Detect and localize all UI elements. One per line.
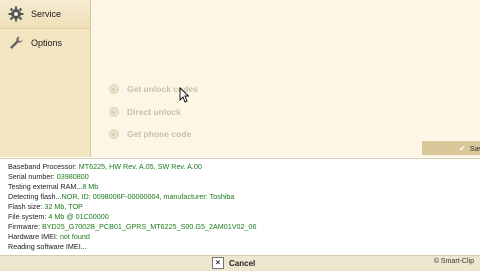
save-button[interactable]: ✔ Sav: [422, 141, 480, 155]
check-icon: ✔: [459, 143, 466, 153]
sidebar-item-label: Service: [31, 9, 62, 19]
log-line: Flash size: 32 Mb, TOP: [8, 202, 83, 211]
log-line: Hardware IMEI: not found: [8, 232, 90, 241]
log-line: Baseband Processor: MT6225, HW Rev. A.05…: [8, 162, 202, 171]
mouse-cursor-icon: [179, 86, 190, 108]
action-label: Direct unlock: [127, 107, 181, 117]
log-line: Testing external RAM...8 Mb: [8, 182, 99, 191]
bullet-icon: ▸: [109, 129, 119, 139]
status-bar: × Cancel © Smart-Clip: [0, 255, 480, 271]
get-phone-code-button[interactable]: ▸ Get phone code: [109, 129, 191, 139]
sidebar: Service Options: [0, 0, 91, 157]
cancel-button[interactable]: × Cancel: [212, 257, 255, 269]
close-icon: ×: [212, 257, 224, 269]
bullet-icon: ▸: [109, 107, 119, 117]
log-line: Detecting flash...NOR, ID: 0098006F-0000…: [8, 192, 235, 201]
log-output: Baseband Processor: MT6225, HW Rev. A.05…: [0, 158, 480, 254]
log-line: File system: 4 Mb @ 01C00000: [8, 212, 109, 221]
main-panel: ▸ Get unlock codes ▸ Direct unlock ▸ Get…: [91, 0, 480, 157]
direct-unlock-button[interactable]: ▸ Direct unlock: [109, 107, 181, 117]
sidebar-item-service[interactable]: Service: [0, 0, 90, 29]
log-line: Serial number: 03980800: [8, 172, 89, 181]
copyright-text: © Smart-Clip: [433, 258, 474, 265]
log-line: Firmware: BYD25_G7002B_PCB01_GPRS_MT6225…: [8, 222, 257, 231]
sidebar-item-label: Options: [31, 38, 63, 48]
action-label: Get phone code: [127, 129, 192, 139]
sidebar-item-options[interactable]: Options: [0, 29, 90, 57]
cancel-label: Cancel: [229, 258, 256, 268]
wrench-icon: [7, 34, 25, 52]
save-label: Sav: [469, 143, 480, 153]
log-line: Reading software IMEI...: [8, 242, 87, 251]
bullet-icon: ▸: [109, 84, 119, 94]
gear-icon: [7, 5, 25, 23]
